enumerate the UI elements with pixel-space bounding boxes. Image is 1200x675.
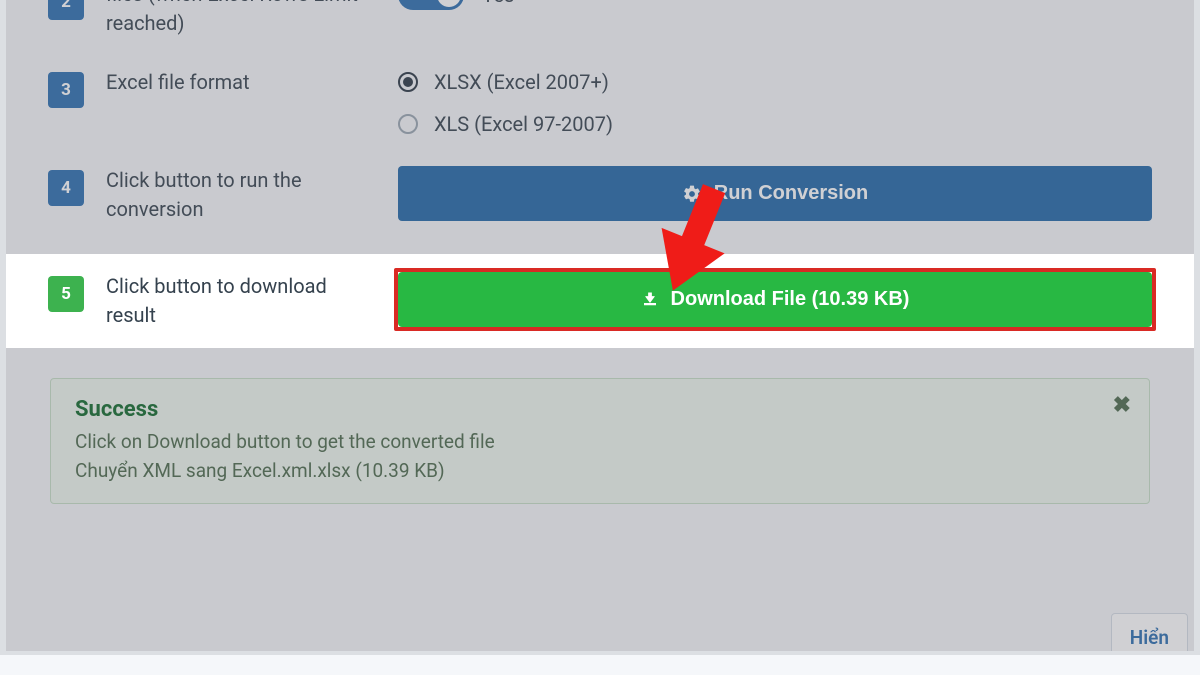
- run-conversion-button[interactable]: Run Conversion: [398, 166, 1152, 221]
- alert-text-2: Chuyển XML sang Excel.xml.xlsx (10.39 KB…: [75, 457, 1125, 486]
- radio-xls-label: XLS (Excel 97-2007): [434, 112, 613, 136]
- split-files-toggle[interactable]: [398, 0, 464, 10]
- radio-xls[interactable]: XLS (Excel 97-2007): [398, 112, 1152, 136]
- toggle-label: Yes: [482, 0, 514, 7]
- step-2-row: 2 files (when Excel Rows Limit reached) …: [48, 0, 1152, 38]
- download-file-label: Download File (10.39 KB): [671, 288, 910, 311]
- run-conversion-label: Run Conversion: [714, 182, 868, 205]
- step-4-label: Click button to run the conversion: [106, 166, 376, 224]
- step-2-number: 2: [48, 0, 84, 20]
- alert-title: Success: [75, 397, 1125, 422]
- download-icon: [641, 291, 659, 309]
- file-format-radio-group: XLSX (Excel 2007+) XLS (Excel 97-2007): [398, 68, 1152, 136]
- radio-checked-icon: [398, 72, 418, 92]
- radio-xlsx-label: XLSX (Excel 2007+): [434, 70, 609, 94]
- gear-icon: [682, 184, 702, 204]
- step-4-number: 4: [48, 170, 84, 206]
- radio-xlsx[interactable]: XLSX (Excel 2007+): [398, 70, 1152, 94]
- step-5-label: Click button to download result: [106, 272, 376, 330]
- radio-unchecked-icon: [398, 114, 418, 134]
- alert-close-button[interactable]: ✖: [1113, 393, 1131, 418]
- step-2-label: files (when Excel Rows Limit reached): [106, 0, 376, 38]
- bottom-link[interactable]: Hiển: [1111, 613, 1188, 655]
- step-5-highlight: 5 Click button to download result Downlo…: [0, 254, 1200, 348]
- download-file-button[interactable]: Download File (10.39 KB): [398, 272, 1152, 327]
- step-3-number: 3: [48, 72, 84, 108]
- step-5-number: 5: [48, 276, 84, 312]
- step-4-row: 4 Click button to run the conversion Run…: [48, 166, 1152, 224]
- step-3-row: 3 Excel file format XLSX (Excel 2007+) X…: [48, 68, 1152, 136]
- toggle-knob: [437, 0, 461, 7]
- step-3-label: Excel file format: [106, 68, 376, 97]
- alert-text-1: Click on Download button to get the conv…: [75, 428, 1125, 457]
- success-alert: ✖ Success Click on Download button to ge…: [50, 378, 1150, 504]
